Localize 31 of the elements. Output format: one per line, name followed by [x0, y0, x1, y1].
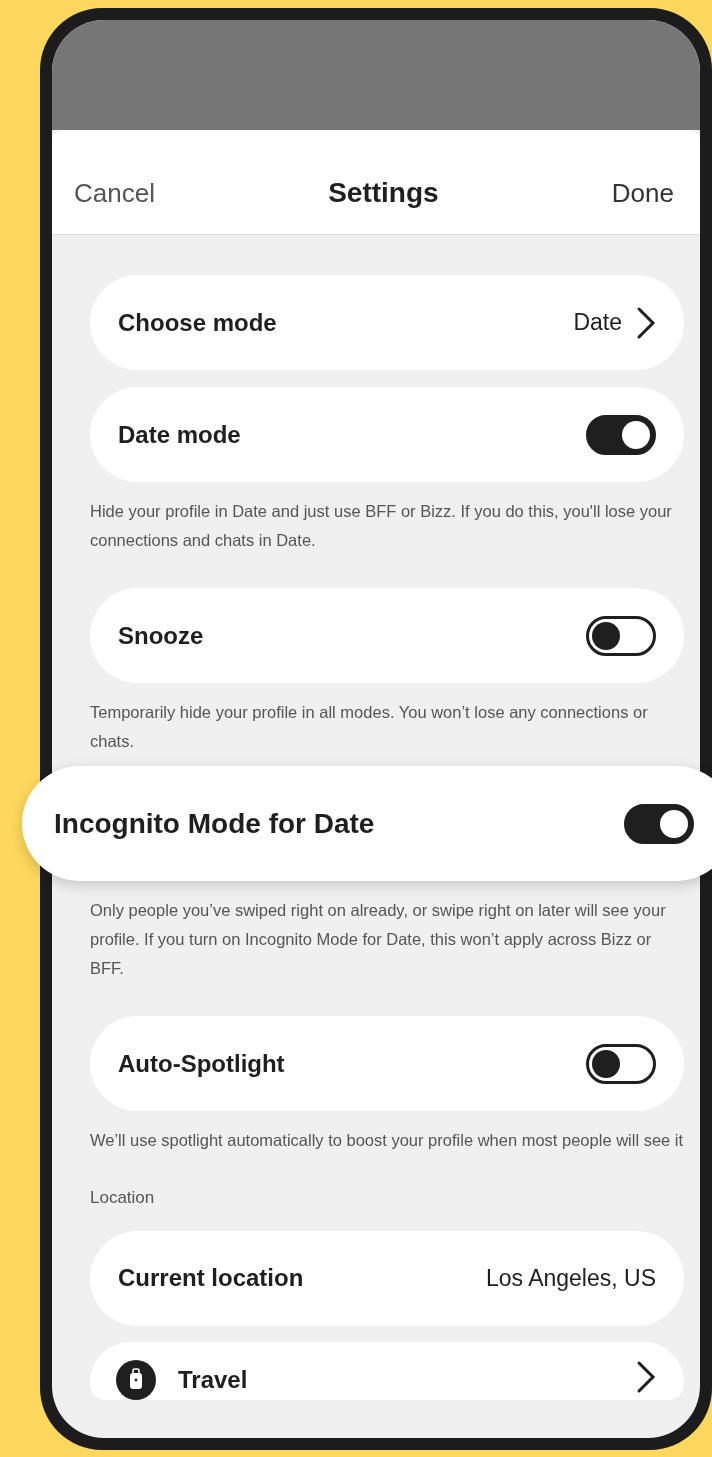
- toggle-switch[interactable]: [586, 1043, 656, 1084]
- suitcase-icon: [116, 1359, 156, 1400]
- setting-description: Hide your profile in Date and just use BFF or Bizz. If you do this, you'll lose your connections and chats in Date.: [90, 501, 673, 551]
- setting-description: We’ll use spotlight automatically to boost your profile when most people will see it: [90, 1130, 684, 1151]
- setting-row[interactable]: Date mode: [90, 387, 684, 482]
- row-value: Los Angeles, US: [485, 1263, 656, 1293]
- row-label: Incognito Mode for Date: [54, 806, 375, 841]
- highlighted-setting-row[interactable]: Incognito Mode for Date: [22, 766, 712, 881]
- setting-row[interactable]: Snooze: [90, 588, 684, 683]
- row-label: Current location: [118, 1263, 304, 1293]
- row-label: Choose mode: [118, 307, 277, 338]
- setting-description: Temporarily hide your profile in all modes. You won’t lose any connections or chats.: [90, 702, 649, 752]
- done-button[interactable]: Done: [611, 173, 678, 213]
- toggle-switch[interactable]: [586, 615, 656, 656]
- row-label: Auto-Spotlight: [118, 1048, 285, 1079]
- chevron-right-icon: [636, 305, 656, 340]
- location-row[interactable]: Current location Los Angeles, US: [90, 1230, 684, 1326]
- row-label: Travel: [178, 1364, 248, 1395]
- setting-description: Only people you’ve swiped right on already, or swipe right on later will see your profile. If you turn on Incognito Mode for Date, this won’t apply across Bizz or BFF.: [90, 900, 667, 979]
- cancel-button[interactable]: Cancel: [74, 173, 155, 213]
- toggle-switch[interactable]: [586, 414, 656, 455]
- setting-row[interactable]: Auto-Spotlight: [90, 1016, 684, 1111]
- toggle-switch[interactable]: [624, 803, 694, 844]
- row-label: Snooze: [118, 620, 204, 651]
- row-label: Date mode: [118, 419, 241, 450]
- travel-row[interactable]: Travel: [90, 1341, 684, 1400]
- row-value: Date: [573, 308, 622, 338]
- choose-mode-row[interactable]: Choose mode Date: [90, 275, 684, 370]
- section-label: Location: [90, 1187, 156, 1209]
- screen-title: Settings: [328, 176, 439, 210]
- chevron-right-icon: [636, 1359, 656, 1394]
